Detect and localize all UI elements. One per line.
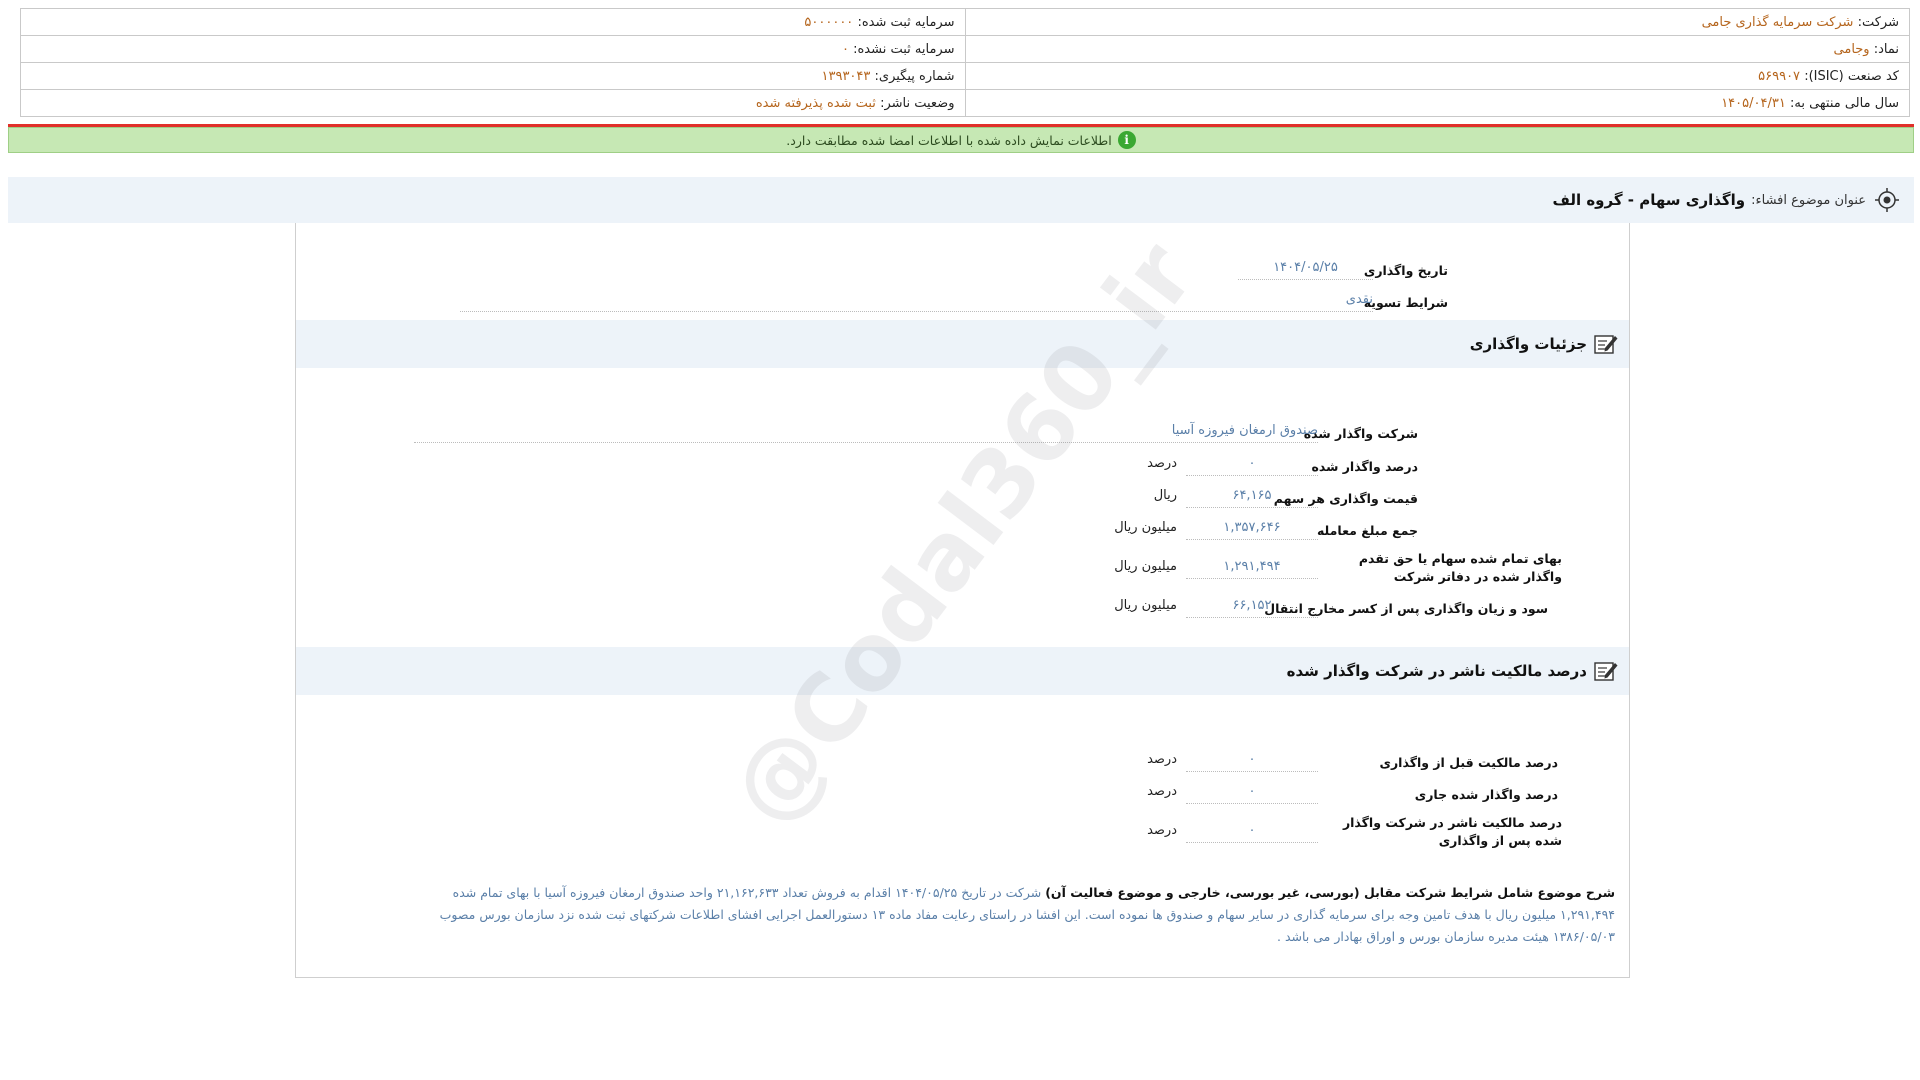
tracking-label: شماره پیگیری: <box>874 68 955 84</box>
edit-note-icon <box>1593 659 1619 683</box>
current-transfer-percent-value: ۰ <box>1186 781 1318 804</box>
details-section-title: جزئیات واگذاری <box>1469 335 1587 353</box>
fiscal-year-value: ۱۴۰۵/۰۴/۳۱ <box>1721 95 1786 111</box>
isic-cell: کد صنعت (ISIC): ۵۶۹۹۰۷ <box>964 62 1910 90</box>
current-transfer-percent-unit: درصد <box>1147 784 1177 799</box>
unregistered-capital-cell: سرمایه ثبت نشده: ۰ <box>20 35 966 63</box>
transferred-percent-value: ۰ <box>1186 453 1318 476</box>
tracking-value: ۱۳۹۳۰۴۳ <box>821 68 871 84</box>
ownership-section-title: درصد مالکیت ناشر در شرکت واگذار شده <box>1286 662 1587 680</box>
profit-loss-value: ۶۶,۱۵۲ <box>1186 595 1318 618</box>
ownership-section-header: درصد مالکیت ناشر در شرکت واگذار شده <box>296 647 1629 695</box>
total-amount-unit: میلیون ریال <box>1114 520 1177 535</box>
book-value-value: ۱,۲۹۱,۴۹۴ <box>1186 556 1318 579</box>
price-per-share-unit: ریال <box>1153 488 1177 503</box>
edit-note-icon <box>1593 332 1619 356</box>
unregistered-capital-value: ۰ <box>841 41 849 57</box>
symbol-cell: نماد: وجامی <box>964 35 1910 63</box>
price-per-share-value: ۶۴,۱۶۵ <box>1186 485 1318 508</box>
disclosure-title-bar: عنوان موضوع افشاء: واگذاری سهام - گروه ا… <box>8 177 1914 223</box>
transfer-date-value: ۱۴۰۴/۰۵/۲۵ <box>1238 257 1373 280</box>
book-value-unit: میلیون ریال <box>1114 559 1177 574</box>
disclosure-subject-label: عنوان موضوع افشاء: <box>1751 192 1866 208</box>
company-info-table: شرکت: شرکت سرمایه گذاری جامی سرمایه ثبت … <box>20 8 1910 117</box>
company-label: شرکت: <box>1857 14 1899 30</box>
ownership-after-value: ۰ <box>1186 820 1318 843</box>
ownership-after-unit: درصد <box>1147 823 1177 838</box>
ownership-after-label: درصد مالکیت ناشر در شرکت واگذار شده پس ا… <box>1342 815 1562 848</box>
details-section-header: جزئیات واگذاری <box>296 320 1629 368</box>
verification-text: اطلاعات نمایش داده شده با اطلاعات امضا ش… <box>786 132 1112 148</box>
registered-capital-cell: سرمایه ثبت شده: ۵۰۰۰۰۰۰ <box>20 8 966 36</box>
tracking-cell: شماره پیگیری: ۱۳۹۳۰۴۳ <box>20 62 966 90</box>
registered-capital-label: سرمایه ثبت شده: <box>857 14 955 30</box>
publisher-status-label: وضعیت ناشر: <box>880 95 955 111</box>
publisher-status-value: ثبت شده پذیرفته شده <box>755 95 876 111</box>
isic-label: کد صنعت (ISIC): <box>1804 68 1899 84</box>
settlement-value: نقدی <box>460 289 1373 312</box>
target-icon <box>1874 187 1900 213</box>
fiscal-year-cell: سال مالی منتهی به: ۱۴۰۵/۰۴/۳۱ <box>964 89 1910 117</box>
description-label: شرح موضوع شامل شرایط شرکت مقابل (بورسی، … <box>1045 885 1615 900</box>
book-value-label: بهای تمام شده سهام یا حق تقدم واگذار شده… <box>1358 551 1562 584</box>
isic-value: ۵۶۹۹۰۷ <box>1758 68 1801 84</box>
registered-capital-value: ۵۰۰۰۰۰۰ <box>804 14 854 30</box>
info-icon: i <box>1117 131 1136 149</box>
disclosure-subject-value: واگذاری سهام - گروه الف <box>1552 191 1746 209</box>
publisher-status-cell: وضعیت ناشر: ثبت شده پذیرفته شده <box>20 89 966 117</box>
symbol-value: وجامی <box>1833 41 1870 57</box>
fiscal-year-label: سال مالی منتهی به: <box>1789 95 1899 111</box>
company-value: شرکت سرمایه گذاری جامی <box>1701 14 1854 30</box>
total-amount-value: ۱,۳۵۷,۶۴۶ <box>1186 517 1318 540</box>
description-block: شرح موضوع شامل شرایط شرکت مقابل (بورسی، … <box>400 882 1615 948</box>
ownership-before-value: ۰ <box>1186 749 1318 772</box>
ownership-before-unit: درصد <box>1147 752 1177 767</box>
profit-loss-unit: میلیون ریال <box>1114 598 1177 613</box>
transferred-company-value: صندوق ارمغان فیروزه آسیا <box>414 420 1318 443</box>
company-cell: شرکت: شرکت سرمایه گذاری جامی <box>964 8 1910 36</box>
verification-notice: i اطلاعات نمایش داده شده با اطلاعات امضا… <box>8 127 1914 153</box>
symbol-label: نماد: <box>1873 41 1899 57</box>
transferred-percent-unit: درصد <box>1147 456 1177 471</box>
unregistered-capital-label: سرمایه ثبت نشده: <box>853 41 955 57</box>
